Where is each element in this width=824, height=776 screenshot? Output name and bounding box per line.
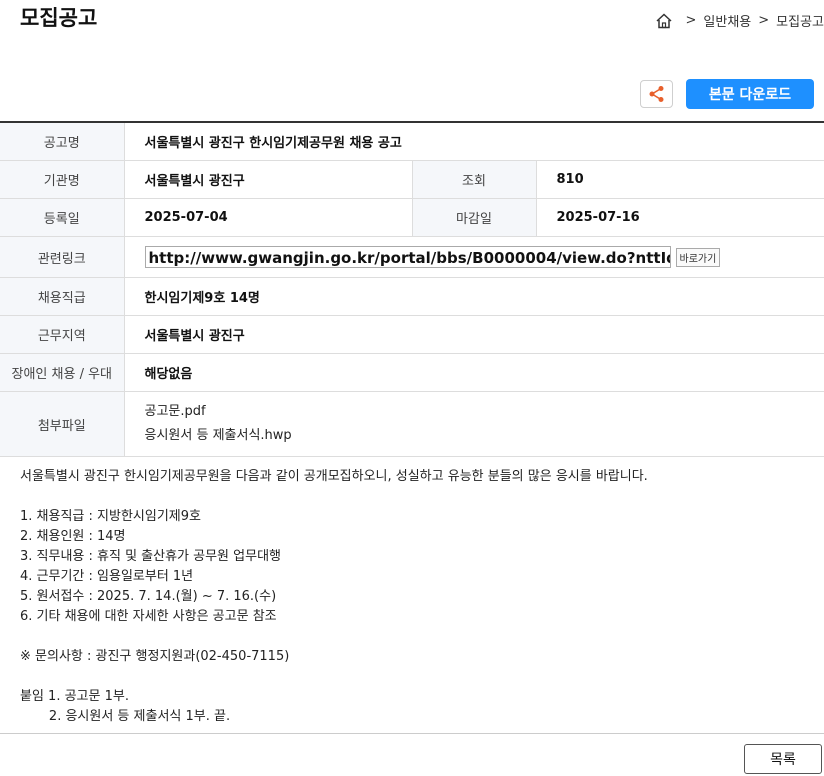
body-line [20, 667, 810, 687]
body-line: ※ 문의사항 : 광진구 행정지원과(02-450-7115) [20, 649, 290, 664]
table-row: 관련링크 http://www.gwangjin.go.kr/portal/bb… [0, 236, 824, 278]
body-line: 붙임 1. 공고문 1부. [20, 689, 129, 704]
reg-date-value: 2025-07-04 [124, 198, 412, 237]
body-line: 6. 기타 채용에 대한 자세한 사항은 공고문 참조 [20, 609, 277, 624]
share-button[interactable] [640, 80, 673, 108]
reg-date-label: 등록일 [0, 198, 125, 237]
body-line: 2. 채용인원 : 14명 [20, 529, 126, 544]
table-row: 기관명 서울특별시 광진구 조회 810 [0, 160, 824, 199]
body-line [20, 627, 810, 647]
table-row: 등록일 2025-07-04 마감일 2025-07-16 [0, 198, 824, 237]
notice-body: 서울특별시 광진구 한시임기제공무원을 다음과 같이 공개모집하오니, 성실하고… [20, 467, 810, 727]
region-label: 근무지역 [0, 315, 125, 354]
related-link-field[interactable]: http://www.gwangjin.go.kr/portal/bbs/B00… [144, 246, 671, 268]
list-button[interactable]: 목록 [744, 744, 822, 774]
body-line: 1. 채용직급 : 지방한시임기제9호 [20, 509, 201, 524]
table-row: 첨부파일 공고문.pdf 응시원서 등 제출서식.hwp [0, 391, 824, 457]
files-cell: 공고문.pdf 응시원서 등 제출서식.hwp [124, 391, 824, 457]
views-label: 조회 [411, 160, 537, 199]
position-label: 채용직급 [0, 277, 125, 316]
deadline-value: 2025-07-16 [536, 198, 824, 237]
breadcrumb: > 일반채용 > 모집공고 [655, 11, 824, 30]
info-table: 공고명 서울특별시 광진구 한시임기제공무원 채용 공고 기관명 서울특별시 광… [0, 121, 824, 457]
position-value: 한시임기제9호 14명 [124, 277, 824, 316]
title-value: 서울특별시 광진구 한시임기제공무원 채용 공고 [124, 122, 824, 161]
views-value: 810 [536, 160, 824, 199]
region-value: 서울특별시 광진구 [124, 315, 824, 354]
body-line: 서울특별시 광진구 한시임기제공무원을 다음과 같이 공개모집하오니, 성실하고… [20, 469, 648, 484]
page-title: 모집공고 [20, 6, 98, 30]
table-row: 근무지역 서울특별시 광진구 [0, 315, 824, 354]
share-icon [649, 86, 663, 102]
go-link-button[interactable]: 바로가기 [675, 247, 721, 267]
disabled-label: 장애인 채용 / 우대 [0, 353, 125, 392]
home-icon[interactable] [655, 12, 673, 30]
file-link-pdf[interactable]: 공고문.pdf [145, 400, 824, 424]
body-line: 5. 원서접수 : 2025. 7. 14.(월) ~ 7. 16.(수) [20, 589, 277, 604]
file-link-hwp[interactable]: 응시원서 등 제출서식.hwp [145, 424, 824, 448]
body-line [20, 487, 810, 507]
body-line: 4. 근무기간 : 임용일로부터 1년 [20, 569, 194, 584]
table-row: 장애인 채용 / 우대 해당없음 [0, 353, 824, 392]
deadline-label: 마감일 [411, 198, 537, 237]
org-value: 서울특별시 광진구 [124, 160, 412, 199]
table-row: 공고명 서울특별시 광진구 한시임기제공무원 채용 공고 [0, 122, 824, 161]
table-row: 채용직급 한시임기제9호 14명 [0, 277, 824, 316]
breadcrumb-separator: > [758, 13, 770, 28]
breadcrumb-item-general[interactable]: 일반채용 [703, 11, 751, 30]
org-label: 기관명 [0, 160, 125, 199]
download-button[interactable]: 본문 다운로드 [686, 79, 814, 109]
body-line: 3. 직무내용 : 휴직 및 출산휴가 공무원 업무대행 [20, 549, 281, 564]
files-label: 첨부파일 [0, 391, 125, 457]
title-label: 공고명 [0, 122, 125, 161]
body-line: 2. 응시원서 등 제출서식 1부. 끝. [20, 709, 231, 724]
toolbar: 본문 다운로드 [640, 79, 814, 109]
divider [0, 733, 824, 734]
link-cell: http://www.gwangjin.go.kr/portal/bbs/B00… [124, 236, 824, 278]
link-label: 관련링크 [0, 236, 125, 278]
breadcrumb-item-notice[interactable]: 모집공고 [776, 11, 824, 30]
disabled-value: 해당없음 [124, 353, 824, 392]
breadcrumb-separator: > [685, 13, 697, 28]
